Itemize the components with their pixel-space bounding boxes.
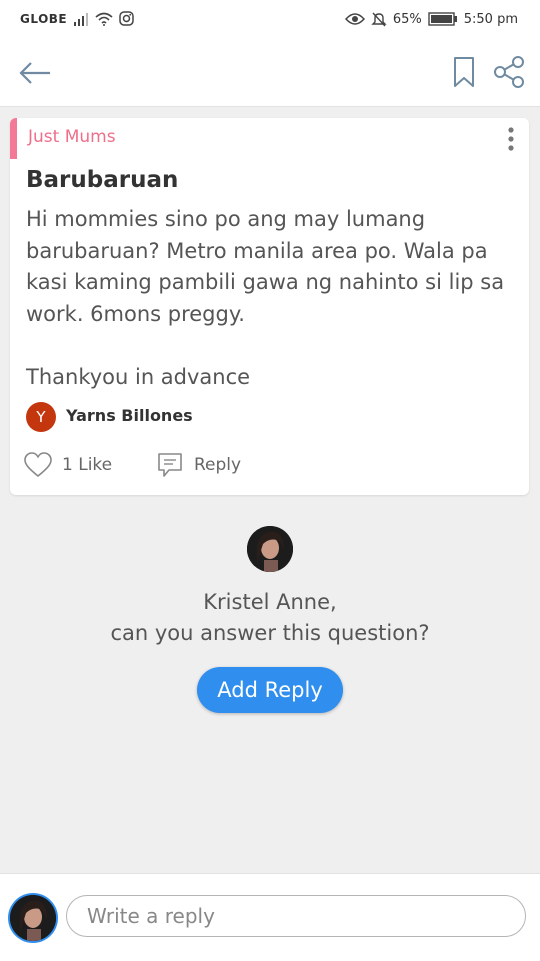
author-avatar[interactable]: Y [26,402,56,432]
share-button[interactable] [492,55,526,89]
prompt-user-name: Kristel Anne, [203,590,337,614]
prompt-question: can you answer this question? [110,621,430,645]
like-count: 1 Like [62,455,113,475]
post-title: Barubaruan [26,167,179,193]
back-button[interactable] [18,56,52,90]
clock: 5:50 pm [463,11,518,27]
more-vertical-icon [508,127,514,151]
post-body: Hi mommies sino po ang may lumang baruba… [26,207,505,389]
post-card: Just Mums Barubaruan Hi mommies sino po … [10,118,529,495]
eye-icon [344,13,365,25]
mute-icon [371,12,387,27]
add-reply-button[interactable]: Add Reply [197,667,343,713]
bookmark-button[interactable] [448,55,480,89]
reply-button[interactable]: Reply [156,451,241,479]
reply-composer [0,873,540,961]
signal-icon [74,12,89,26]
group-name[interactable]: Just Mums [28,127,116,147]
battery-icon [428,12,457,26]
share-icon [494,56,524,88]
wifi-icon [95,12,113,26]
reply-input[interactable] [66,895,526,937]
app-bar [0,38,540,107]
like-button[interactable]: 1 Like [24,451,112,479]
author-name[interactable]: Yarns Billones [66,406,193,425]
more-options-button[interactable] [501,126,521,152]
user-photo [247,526,293,572]
back-arrow-icon [19,62,50,84]
status-right: 65% 5:50 pm [344,11,518,27]
carrier-name: GLOBE [20,11,68,26]
instagram-icon [119,11,134,26]
group-accent-bar [10,118,17,159]
user-photo [10,895,56,941]
bookmark-icon [454,57,474,87]
comment-icon [158,453,182,477]
reply-label: Reply [194,455,242,475]
status-bar: GLOBE 65% 5:50 pm [0,0,540,38]
status-left: GLOBE [20,11,134,26]
heart-icon [24,452,52,477]
battery-percent: 65% [392,11,422,27]
current-user-avatar [247,526,293,572]
composer-avatar [10,895,56,941]
